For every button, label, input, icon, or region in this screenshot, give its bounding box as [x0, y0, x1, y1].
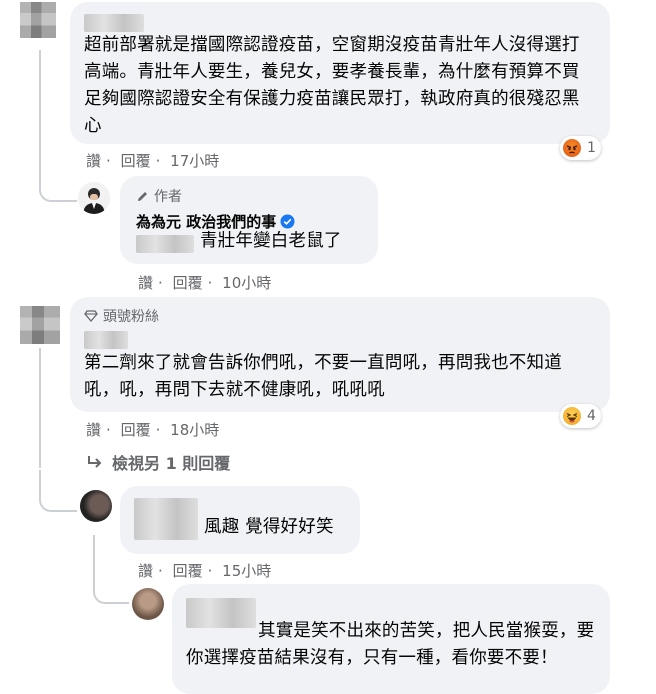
thread-line — [39, 50, 41, 174]
verified-badge-icon — [280, 214, 295, 229]
comment-bubble: 其實是笑不出來的苦笑，把人民當猴耍，要你選擇疫苗結果沒有，只有一種，看你要不要！ — [172, 584, 610, 694]
timestamp[interactable]: 17小時 — [170, 152, 219, 170]
reaction-count: 1 — [587, 140, 596, 156]
comment-text: 青壯年變白老鼠了 — [200, 231, 342, 251]
like-link[interactable]: 讚 — [86, 152, 101, 170]
author-avatar[interactable] — [78, 182, 110, 214]
comment-bubble: 風趣 覺得好好笑 — [120, 486, 360, 554]
reaction-badge[interactable]: 4 — [560, 404, 601, 428]
diamond-icon — [84, 310, 98, 322]
thread-line — [39, 348, 41, 468]
avatar[interactable] — [80, 490, 112, 522]
view-more-replies-label: 檢視另 1 則回覆 — [112, 454, 231, 473]
comment-text: 超前部署就是擋國際認證疫苗，空窗期沒疫苗青壯年人沒得選打高端。青壯年人要生，養兒… — [84, 35, 580, 136]
reply-link[interactable]: 回覆 — [173, 274, 203, 292]
reaction-count: 4 — [587, 408, 596, 424]
timestamp[interactable]: 10小時 — [222, 274, 271, 292]
reaction-badge[interactable]: 1 — [560, 136, 601, 160]
like-link[interactable]: 讚 — [138, 562, 153, 580]
pencil-icon — [138, 191, 147, 201]
comment-text: 第二劑來了就會告訴你們吼，不要一直問吼，再問我也不知道吼，吼，再問下去就不健康吼… — [84, 353, 562, 400]
author-badge-label: 作者 — [154, 189, 182, 205]
comment-actions: 讚 · 回覆 · 18小時 — [86, 421, 220, 439]
comment-bubble: 頭號粉絲 第二劑來了就會告訴你們吼，不要一直問吼，再問我也不知道吼，吼，再問下去… — [70, 297, 610, 412]
reply-arrow-icon — [88, 456, 102, 468]
like-link[interactable]: 讚 — [86, 421, 101, 439]
author-badge: 作者 — [136, 186, 182, 206]
reply-link[interactable]: 回覆 — [173, 562, 203, 580]
comment-text: 風趣 覺得好好笑 — [204, 517, 334, 537]
commenter-name-blurred[interactable] — [84, 12, 144, 32]
comment-actions: 讚 · 回覆 · 10小時 — [138, 274, 272, 292]
reply-link[interactable]: 回覆 — [121, 152, 151, 170]
author-reply-bubble: 作者 為為元 政治我們的事 青壯年變白老鼠了 — [120, 176, 378, 264]
avatar[interactable] — [132, 588, 164, 620]
like-link[interactable]: 讚 — [138, 274, 153, 292]
comment-actions: 讚 · 回覆 · 17小時 — [86, 152, 220, 170]
commenter-name-blurred[interactable] — [84, 329, 128, 349]
comment-actions: 讚 · 回覆 · 15小時 — [138, 562, 272, 580]
timestamp[interactable]: 18小時 — [170, 421, 219, 439]
comment-bubble: 超前部署就是擋國際認證疫苗，空窗期沒疫苗青壯年人沒得選打高端。青壯年人要生，養兒… — [70, 2, 610, 144]
laughing-emoji-icon — [563, 407, 581, 425]
timestamp[interactable]: 15小時 — [222, 562, 271, 580]
avatar[interactable] — [20, 306, 60, 344]
angry-emoji-icon — [563, 139, 581, 157]
avatar[interactable] — [20, 2, 56, 38]
thread-connector — [39, 470, 77, 512]
thread-connector — [39, 160, 77, 202]
view-more-replies-button[interactable]: 檢視另 1 則回覆 — [86, 450, 230, 474]
top-fan-badge: 頭號粉絲 — [84, 306, 159, 326]
comment-text: 其實是笑不出來的苦笑，把人民當猴耍，要你選擇疫苗結果沒有，只有一種，看你要不要！ — [186, 621, 595, 668]
reply-link[interactable]: 回覆 — [121, 421, 151, 439]
top-fan-label: 頭號粉絲 — [103, 309, 159, 325]
thread-connector — [93, 570, 129, 604]
mentioned-user-blurred[interactable] — [136, 233, 194, 253]
commenter-name-blurred[interactable] — [134, 498, 198, 540]
